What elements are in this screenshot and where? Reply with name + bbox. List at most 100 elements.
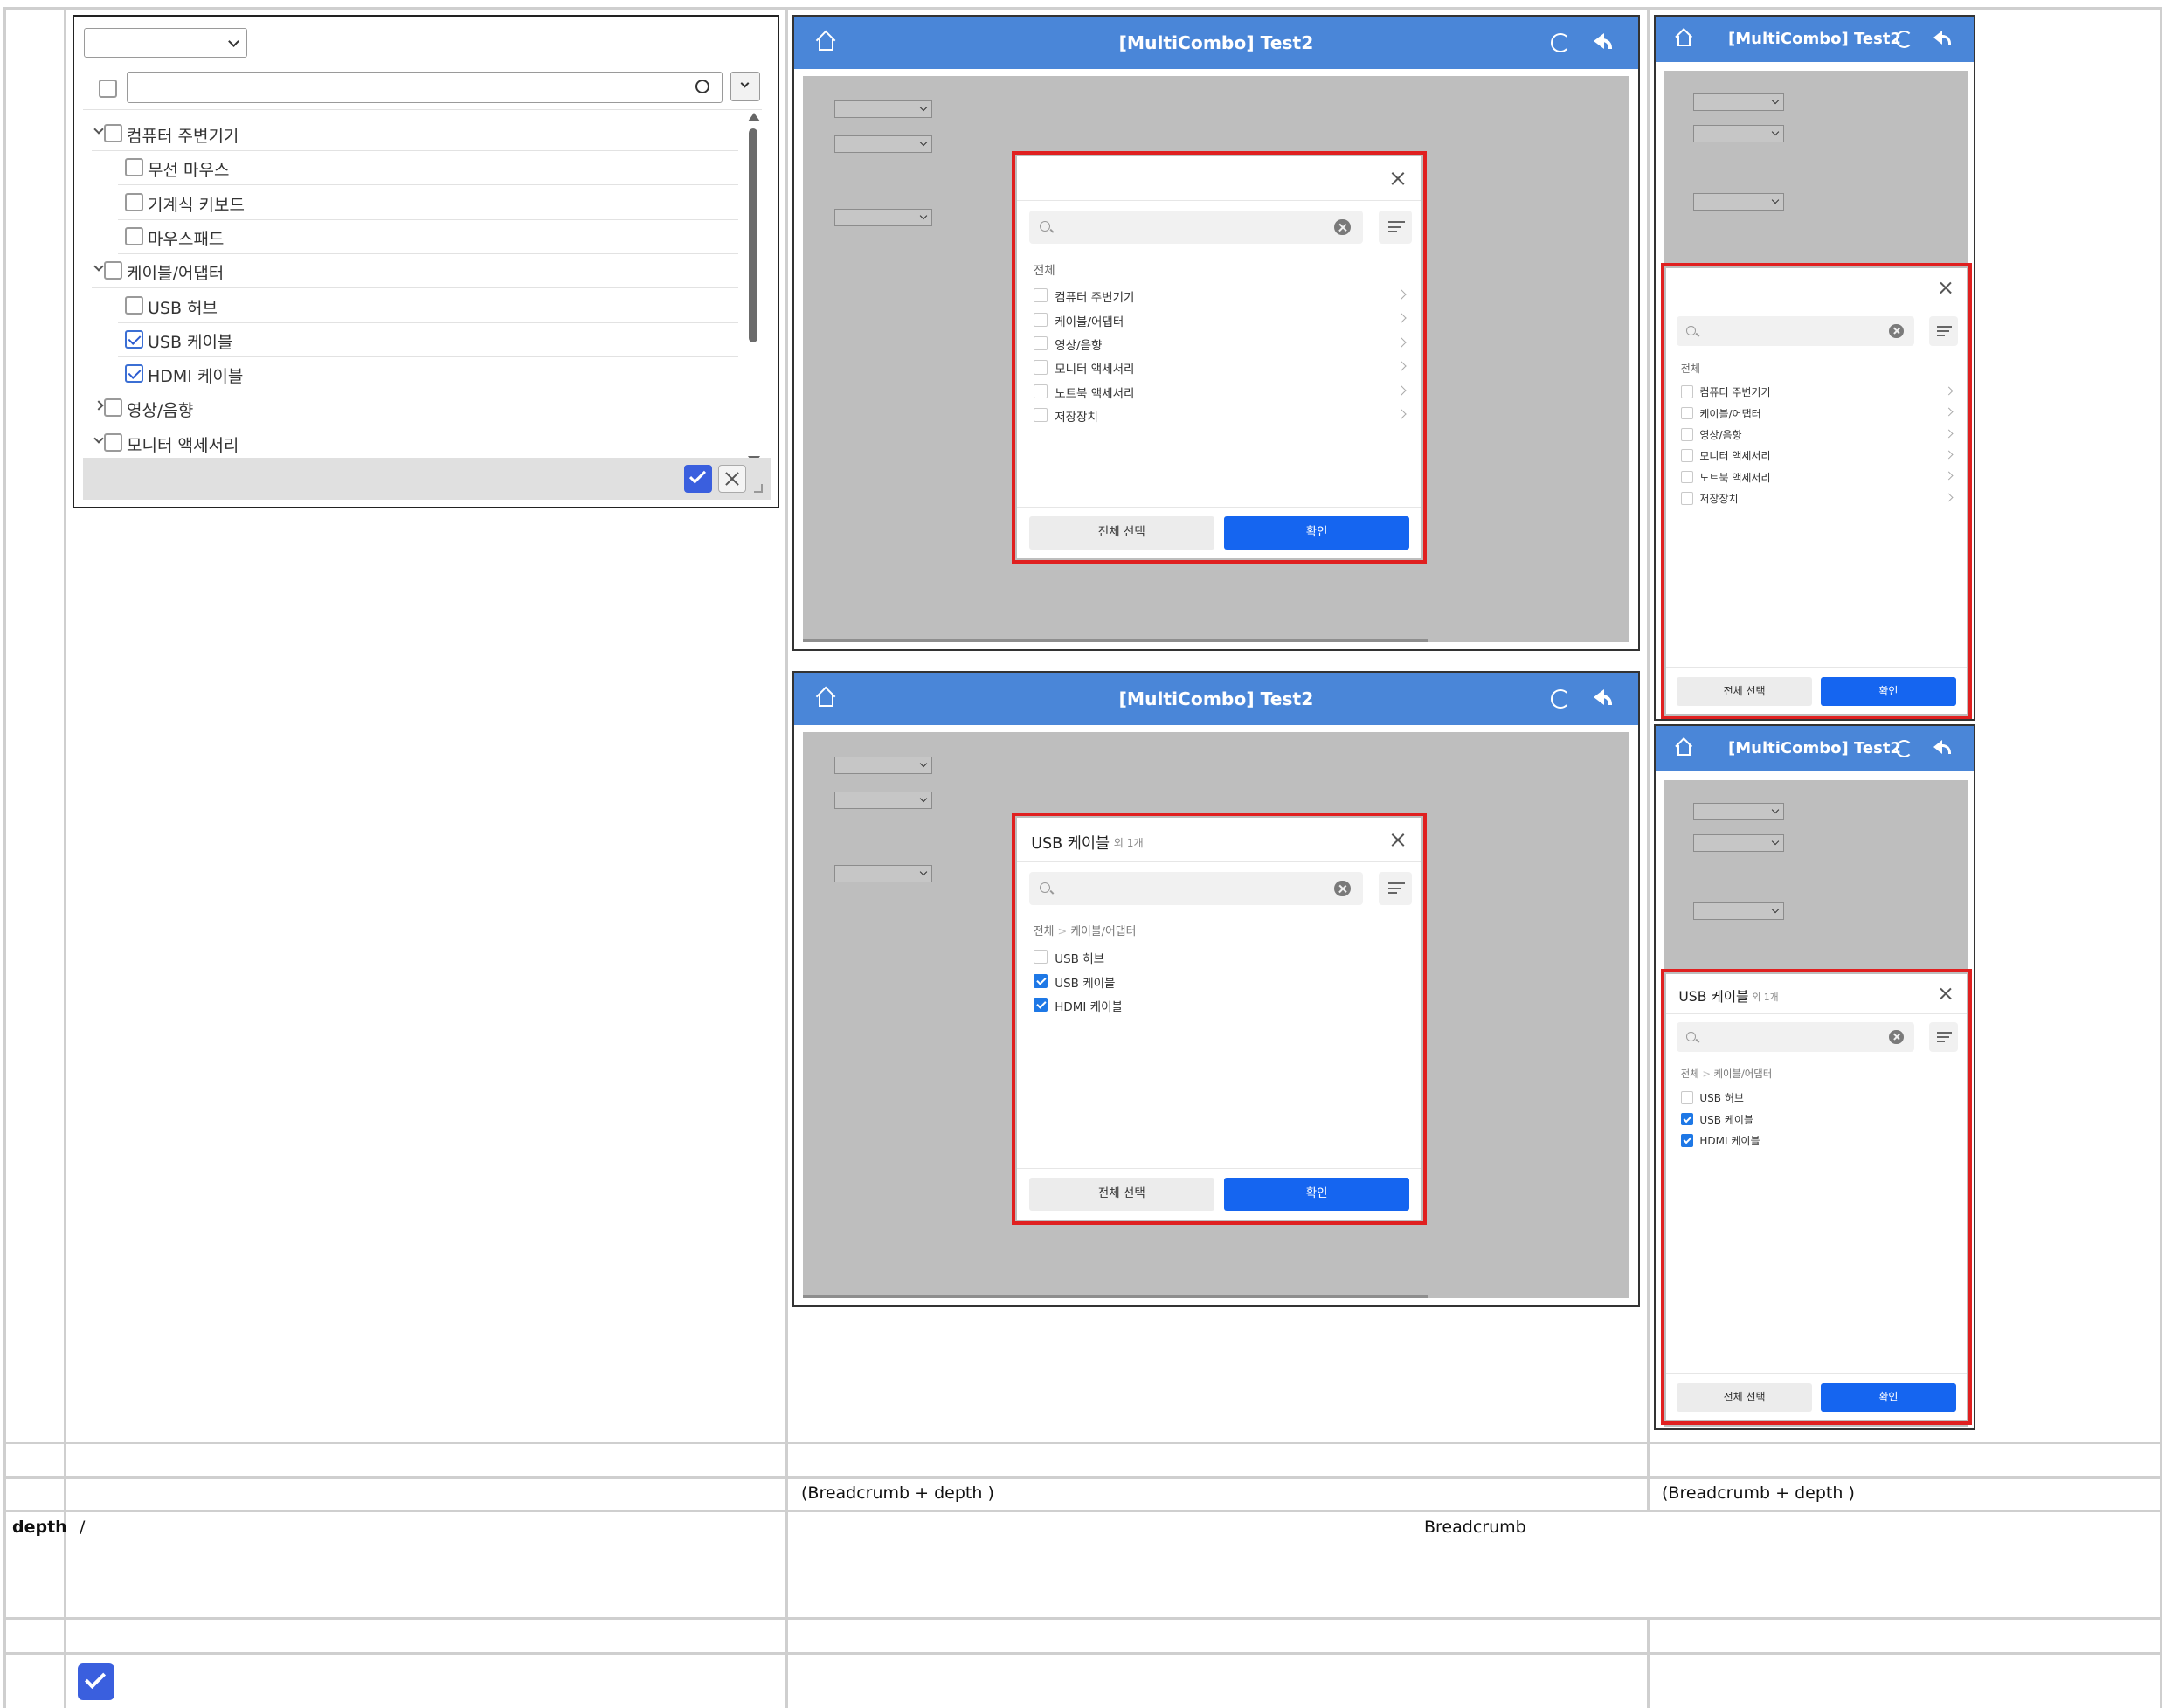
tree-item[interactable]: 케이블/어댑터 [83, 254, 738, 289]
tree-item-checkbox[interactable] [125, 158, 143, 177]
sort-icon[interactable] [1379, 211, 1413, 244]
tree-item[interactable]: 모니터 액세서리 [83, 426, 738, 460]
confirm-button[interactable]: 확인 [1820, 1382, 1956, 1413]
chevron-right-icon[interactable] [1396, 289, 1407, 300]
sort-icon[interactable] [1379, 872, 1413, 905]
category-checkbox[interactable] [1680, 449, 1694, 462]
tree-item[interactable]: 마우스패드 [83, 220, 738, 254]
chevron-down-icon[interactable] [93, 261, 104, 272]
combo-dropdown[interactable] [1693, 193, 1784, 211]
confirm-button[interactable]: 확인 [1820, 676, 1956, 707]
subitem-checkbox[interactable] [1033, 973, 1048, 988]
subitem-checkbox[interactable] [1033, 998, 1048, 1013]
category-checkbox[interactable] [1680, 492, 1694, 505]
combo-dropdown[interactable] [834, 757, 932, 774]
combo-dropdown[interactable] [834, 209, 932, 226]
breadcrumb-root[interactable]: 전체 [1681, 1068, 1699, 1080]
tree-item[interactable]: USB 허브 [83, 289, 738, 323]
combo-dropdown[interactable] [834, 792, 932, 809]
combo-dropdown[interactable] [84, 28, 247, 58]
scroll-up-icon[interactable] [748, 113, 760, 121]
back-icon[interactable] [1932, 739, 1951, 756]
chevron-right-icon[interactable] [1396, 384, 1407, 396]
chevron-right-icon[interactable] [1944, 429, 1954, 439]
tree-item-checkbox[interactable] [125, 295, 143, 315]
back-icon[interactable] [1932, 30, 1951, 46]
chevron-down-icon[interactable] [93, 124, 104, 135]
combo-dropdown[interactable] [834, 135, 932, 153]
category-checkbox[interactable] [1033, 312, 1048, 327]
search-input[interactable] [1677, 1022, 1914, 1052]
tree-item-checkbox[interactable] [125, 329, 143, 349]
category-checkbox[interactable] [1680, 470, 1694, 484]
chevron-right-icon[interactable] [1944, 386, 1954, 396]
select-all-button[interactable]: 전체 선택 [1677, 1382, 1813, 1413]
subitem-checkbox[interactable] [1680, 1112, 1694, 1126]
close-icon[interactable] [1388, 832, 1405, 848]
refresh-icon[interactable] [1896, 31, 1913, 48]
category-checkbox[interactable] [1033, 288, 1048, 303]
breadcrumb-root[interactable]: 전체 [1034, 925, 1055, 938]
chevron-right-icon[interactable] [1944, 493, 1954, 502]
tree-item-checkbox[interactable] [104, 398, 122, 418]
clear-icon[interactable] [1889, 1029, 1904, 1045]
category-checkbox[interactable] [1680, 406, 1694, 420]
clear-icon[interactable] [1889, 323, 1904, 339]
category-checkbox[interactable] [1033, 384, 1048, 398]
tree-item-checkbox[interactable] [125, 226, 143, 245]
back-icon[interactable] [1591, 32, 1613, 52]
scroll-thumb[interactable] [749, 128, 757, 342]
sort-icon[interactable] [1928, 1022, 1959, 1052]
tree-item[interactable]: HDMI 케이블 [83, 357, 738, 392]
subitem-checkbox[interactable] [1680, 1091, 1694, 1104]
tree-item-checkbox[interactable] [125, 364, 143, 384]
combo-dropdown[interactable] [834, 100, 932, 118]
combo-dropdown[interactable] [1693, 902, 1784, 920]
subitem-checkbox[interactable] [1680, 1134, 1694, 1147]
close-icon[interactable] [1937, 280, 1952, 295]
resize-grip-icon[interactable] [754, 484, 763, 493]
search-input[interactable] [127, 72, 723, 103]
tree-item[interactable]: 기계식 키보드 [83, 186, 738, 220]
select-all-checkbox[interactable] [99, 80, 117, 98]
search-input[interactable] [1677, 316, 1914, 346]
confirm-button[interactable] [684, 465, 712, 493]
category-checkbox[interactable] [1680, 428, 1694, 441]
tree-item-checkbox[interactable] [104, 261, 122, 280]
tree-item-checkbox[interactable] [104, 432, 122, 452]
chevron-right-icon[interactable] [1396, 313, 1407, 324]
search-input[interactable] [1028, 872, 1363, 905]
tree-item[interactable]: 영상/음향 [83, 391, 738, 426]
scrollbar[interactable] [744, 113, 760, 467]
clear-icon[interactable] [1334, 880, 1351, 897]
refresh-icon[interactable] [1551, 33, 1570, 52]
confirm-button[interactable]: 확인 [1223, 516, 1410, 550]
select-all-button[interactable]: 전체 선택 [1677, 676, 1813, 707]
tree-item[interactable]: USB 케이블 [83, 323, 738, 357]
chevron-down-icon[interactable] [93, 433, 104, 444]
category-checkbox[interactable] [1033, 336, 1048, 351]
sort-icon[interactable] [1928, 316, 1959, 346]
combo-dropdown[interactable] [1693, 803, 1784, 820]
tree-item-checkbox[interactable] [125, 192, 143, 211]
close-icon[interactable] [1937, 986, 1952, 1001]
select-all-button[interactable]: 전체 선택 [1028, 516, 1215, 550]
category-checkbox[interactable] [1033, 408, 1048, 423]
category-checkbox[interactable] [1033, 360, 1048, 375]
combo-dropdown[interactable] [1693, 93, 1784, 111]
cancel-button[interactable] [718, 465, 746, 493]
close-icon[interactable] [1388, 170, 1405, 187]
back-icon[interactable] [1591, 688, 1613, 708]
scroll-thumb[interactable] [803, 1295, 1428, 1298]
clear-icon[interactable] [1334, 218, 1351, 236]
chevron-right-icon[interactable] [1396, 409, 1407, 419]
tree-item-checkbox[interactable] [104, 124, 122, 142]
expand-toggle-button[interactable] [730, 72, 760, 101]
chevron-right-icon[interactable] [1944, 471, 1954, 481]
chevron-right-icon[interactable] [1396, 361, 1407, 371]
refresh-icon[interactable] [1551, 689, 1570, 709]
subitem-checkbox[interactable] [1033, 950, 1048, 965]
combo-dropdown[interactable] [834, 865, 932, 882]
chevron-right-icon[interactable] [1944, 407, 1954, 417]
chevron-right-icon[interactable] [1944, 450, 1954, 460]
